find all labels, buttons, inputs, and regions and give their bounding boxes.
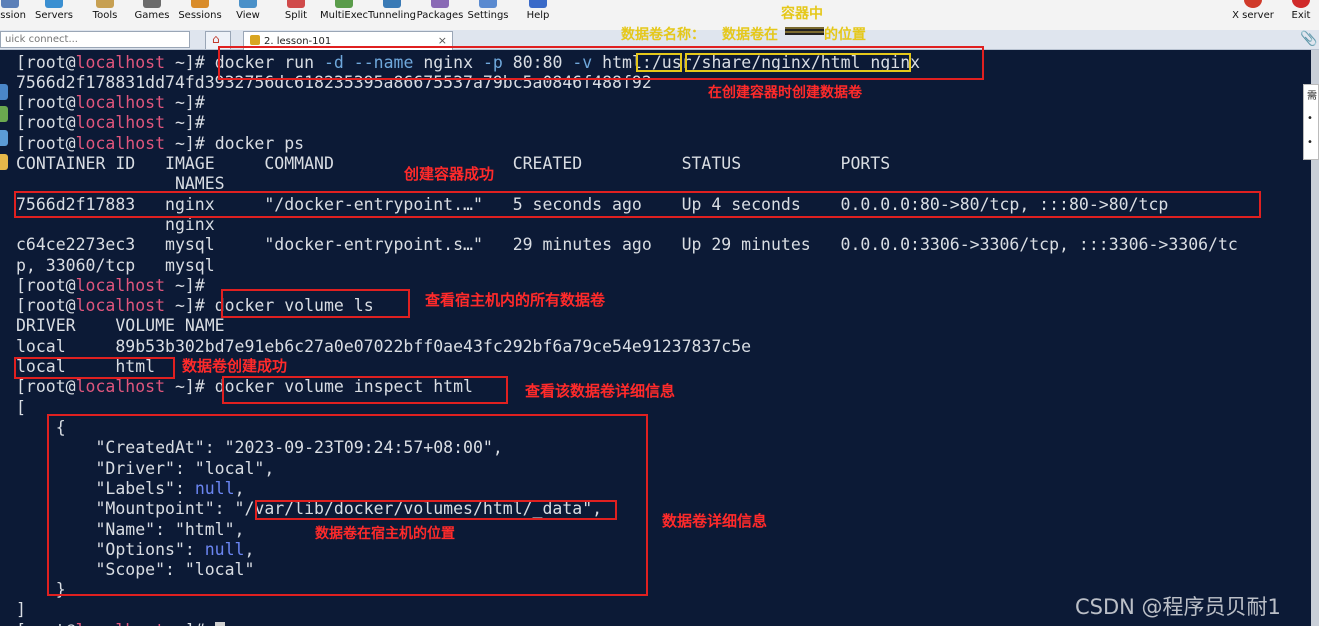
sidebar-edge-icon[interactable] [0, 130, 8, 146]
toolbar-button-label: Help [526, 10, 550, 21]
terminal-line-last-prompt: [root@localhost ~]# [16, 621, 225, 626]
right-panel-bullet: • [1307, 137, 1313, 148]
split-icon [287, 0, 305, 8]
terminal-line-ps-row-nginx-name: nginx [16, 215, 215, 234]
annotation-box-volume-html [14, 357, 175, 379]
annotation-container-ok: 创建容器成功 [404, 165, 495, 183]
sidebar-edge-icon[interactable] [0, 154, 8, 170]
terminal-line-volume-row-anon: local 89b53b302bd7e91eb6c27a0e07022bff0a… [16, 337, 752, 356]
left-sidebar-edge [0, 84, 8, 184]
annotation-host-location: 数据卷在宿主机的位置 [315, 526, 455, 542]
terminal-cursor [214, 622, 225, 626]
terminal-line-prompt: [root@localhost ~]# [16, 276, 205, 295]
paperclip-icon[interactable]: 📎 [1300, 31, 1317, 47]
annotation-inspect-detail: 查看该数据卷详细信息 [525, 382, 676, 400]
annotation-box-volume-name [636, 53, 682, 72]
terminal-line-ps-row-mysql-wrap: p, 33060/tcp mysql [16, 256, 215, 275]
scribble-redaction [785, 27, 824, 35]
x-server-icon [1244, 0, 1262, 8]
annotation-box-mountpoint [255, 500, 617, 520]
sessions-icon [191, 0, 209, 8]
terminal-line-docker-ps: [root@localhost ~]# docker ps [16, 134, 305, 153]
view-icon [239, 0, 257, 8]
sidebar-edge-icon[interactable] [0, 106, 8, 122]
annotation-box-container-path [685, 53, 911, 72]
terminal-line-volume-header: DRIVER VOLUME NAME [16, 316, 225, 335]
servers-icon [45, 0, 63, 8]
tunneling-icon [383, 0, 401, 8]
session-icon [1, 0, 19, 8]
help-icon [529, 0, 547, 8]
annotation-box-ps-row [14, 191, 1261, 218]
annotation-create-on-run: 在创建容器时创建数据卷 [708, 85, 862, 101]
annotation-volume-pos-b: 的位置 [824, 27, 866, 43]
home-icon: ⌂ [212, 32, 220, 46]
annotation-volume-pos-a: 数据卷在 [722, 27, 778, 43]
terminal-session-icon [250, 35, 260, 45]
annotation-list-all: 查看宿主机内的所有数据卷 [425, 291, 606, 309]
terminal-line-json-close-bracket: ] [16, 600, 26, 619]
quick-connect-input[interactable] [0, 31, 190, 48]
games-icon [143, 0, 161, 8]
terminal-line-json-open-bracket: [ [16, 398, 26, 417]
right-panel-char: 需 [1307, 91, 1317, 102]
tools-icon [96, 0, 114, 8]
multiexec-icon [335, 0, 353, 8]
toolbar-button-label: Exit [1291, 10, 1311, 21]
terminal-line-prompt: [root@localhost ~]# [16, 113, 205, 132]
annotation-container-mid: 容器中 [781, 6, 823, 22]
csdn-watermark: CSDN @程序员贝耐1 [1075, 595, 1281, 619]
annotation-box-volume-ls [221, 289, 410, 318]
right-side-panel: 需 • • [1303, 84, 1319, 160]
annotation-volume-ok: 数据卷创建成功 [182, 357, 288, 375]
settings-icon [479, 0, 497, 8]
toolbar-button-help[interactable]: Help [512, 0, 564, 30]
sidebar-edge-icon[interactable] [0, 84, 8, 100]
annotation-box-volume-inspect [222, 376, 508, 404]
annotation-detail-info: 数据卷详细信息 [662, 512, 768, 530]
terminal-line-ps-row-mysql: c64ce2273ec3 mysql "docker-entrypoint.s…… [16, 235, 1238, 254]
exit-icon [1292, 0, 1310, 8]
terminal-line-prompt: [root@localhost ~]# [16, 93, 205, 112]
right-panel-bullet: • [1307, 113, 1313, 124]
packages-icon [431, 0, 449, 8]
annotation-volume-name: 数据卷名称： [621, 27, 705, 43]
toolbar-button-exit[interactable]: Exit [1275, 0, 1319, 30]
